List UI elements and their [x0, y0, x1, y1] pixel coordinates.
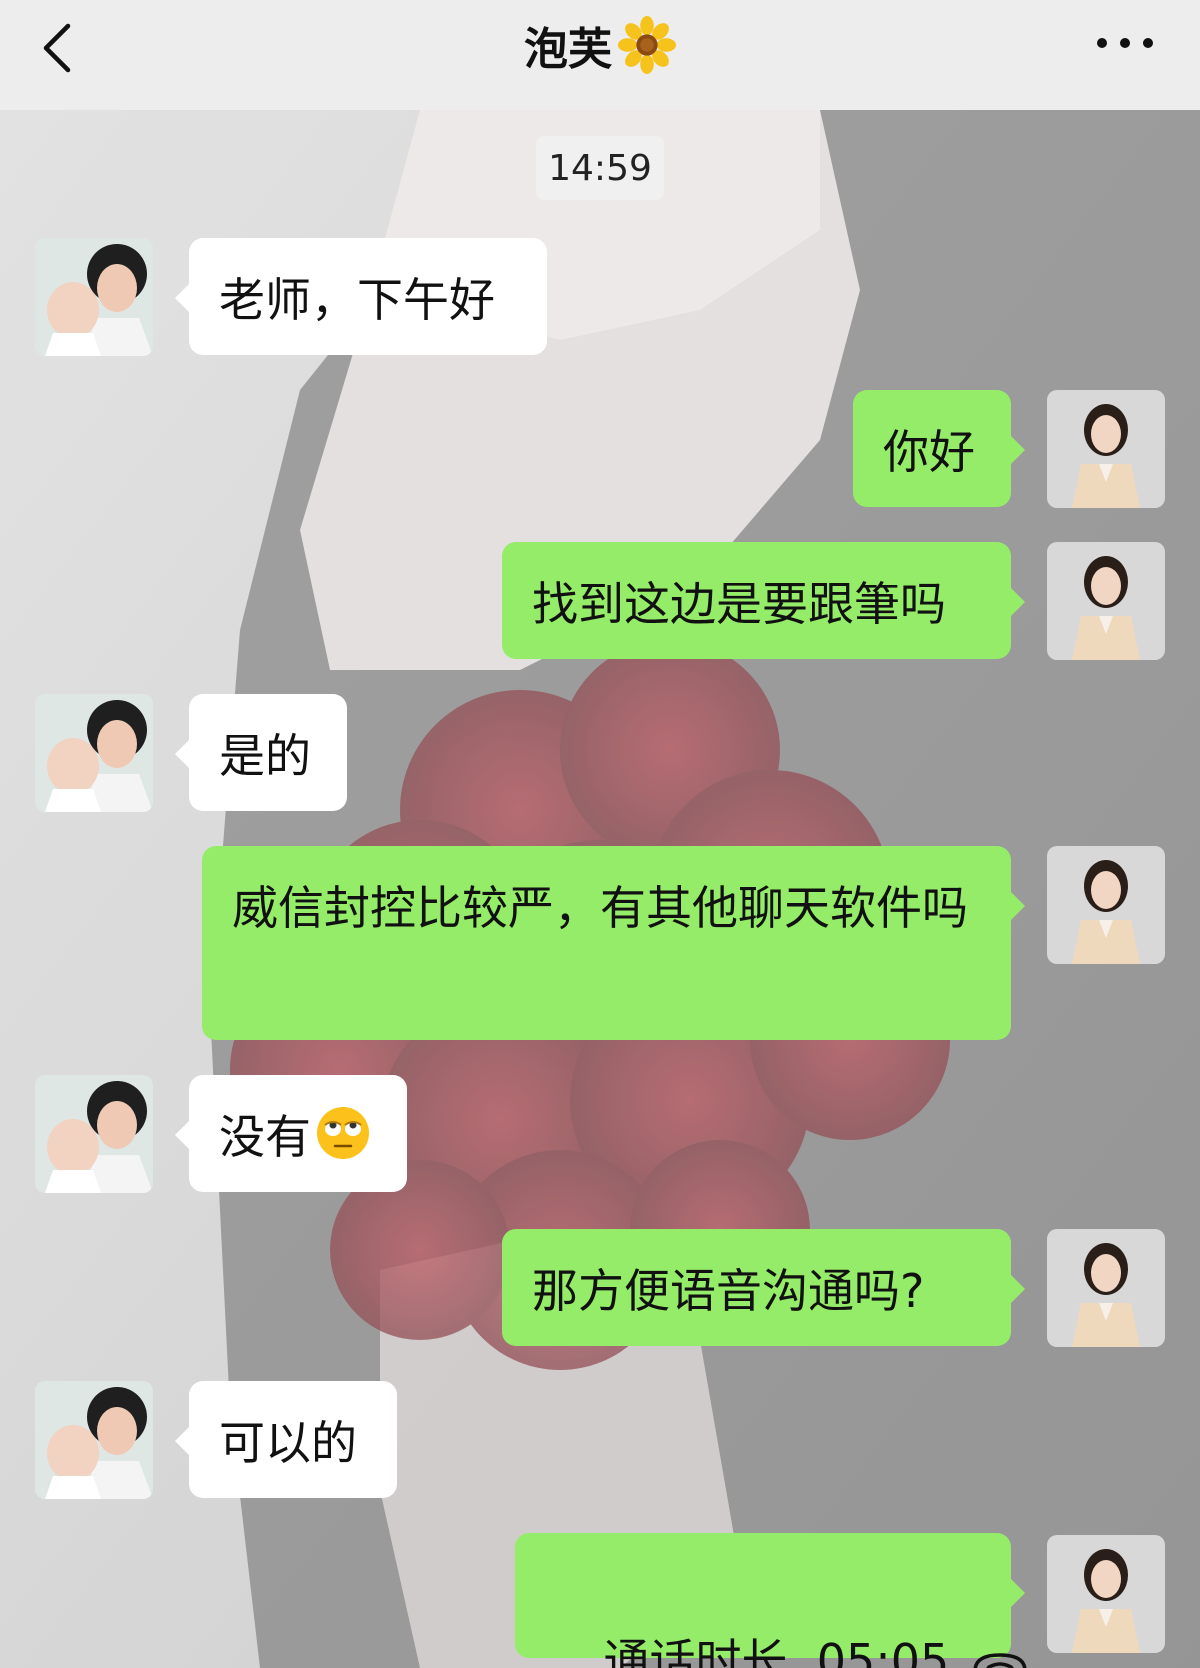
- contact-avatar[interactable]: [35, 238, 153, 356]
- message-text: 可以的: [219, 1416, 357, 1470]
- self-avatar[interactable]: [1047, 390, 1165, 508]
- self-avatar[interactable]: [1047, 1535, 1165, 1653]
- self-avatar-image: [1047, 1535, 1165, 1653]
- contact-avatar[interactable]: [35, 694, 153, 812]
- timestamp: 14:59: [536, 136, 664, 200]
- self-avatar[interactable]: [1047, 542, 1165, 660]
- message-text: 威信封控比较严，有其他聊天软件吗: [232, 881, 968, 935]
- message-bubble-outgoing[interactable]: 你好: [853, 390, 1025, 507]
- message-bubble-incoming[interactable]: 老师，下午好: [175, 238, 547, 355]
- message-text: 你好: [883, 425, 975, 479]
- chat-header: 泡芙: [0, 0, 1200, 110]
- message-text: 老师，下午好: [219, 273, 495, 327]
- self-avatar-image: [1047, 1229, 1165, 1347]
- contact-avatar-image: [35, 238, 153, 356]
- self-avatar[interactable]: [1047, 846, 1165, 964]
- chat-title: 泡芙: [524, 24, 612, 75]
- message-bubble-outgoing[interactable]: 威信封控比较严，有其他聊天软件吗: [202, 846, 1025, 1040]
- message-text: 找到这边是要跟筆吗: [532, 577, 946, 631]
- message-bubble-outgoing[interactable]: 找到这边是要跟筆吗: [502, 542, 1025, 659]
- message-bubble-incoming[interactable]: 可以的: [175, 1381, 397, 1498]
- more-dots-icon: [1097, 38, 1153, 48]
- call-record-bubble[interactable]: 通话时长 05:05: [515, 1533, 1027, 1668]
- message-bubble-incoming[interactable]: 是的: [175, 694, 347, 811]
- sunflower-emoji: [618, 16, 676, 74]
- call-duration-text: 通话时长 05:05: [603, 1634, 950, 1668]
- chat-title-group: 泡芙: [0, 10, 1200, 80]
- contact-avatar-image: [35, 1381, 153, 1499]
- self-avatar-image: [1047, 390, 1165, 508]
- rolling-eyes-emoji: [317, 1107, 369, 1159]
- self-avatar-image: [1047, 846, 1165, 964]
- message-text: 没有: [219, 1110, 311, 1164]
- self-avatar[interactable]: [1047, 1229, 1165, 1347]
- chat-screen: 泡芙 14:59 老师，下午好 你好 找到这边是要跟筆吗 是的 威信封控比较严，…: [0, 0, 1200, 1668]
- contact-avatar-image: [35, 1075, 153, 1193]
- self-avatar-image: [1047, 542, 1165, 660]
- contact-avatar[interactable]: [35, 1075, 153, 1193]
- message-bubble-incoming[interactable]: 没有: [175, 1075, 407, 1192]
- message-bubble-outgoing[interactable]: 那方便语音沟通吗?: [502, 1229, 1025, 1346]
- message-text: 那方便语音沟通吗?: [532, 1264, 925, 1318]
- contact-avatar-image: [35, 694, 153, 812]
- more-options-button[interactable]: [1090, 28, 1160, 58]
- phone-hangup-icon: [973, 1653, 1027, 1668]
- message-text: 是的: [219, 729, 311, 783]
- contact-avatar[interactable]: [35, 1381, 153, 1499]
